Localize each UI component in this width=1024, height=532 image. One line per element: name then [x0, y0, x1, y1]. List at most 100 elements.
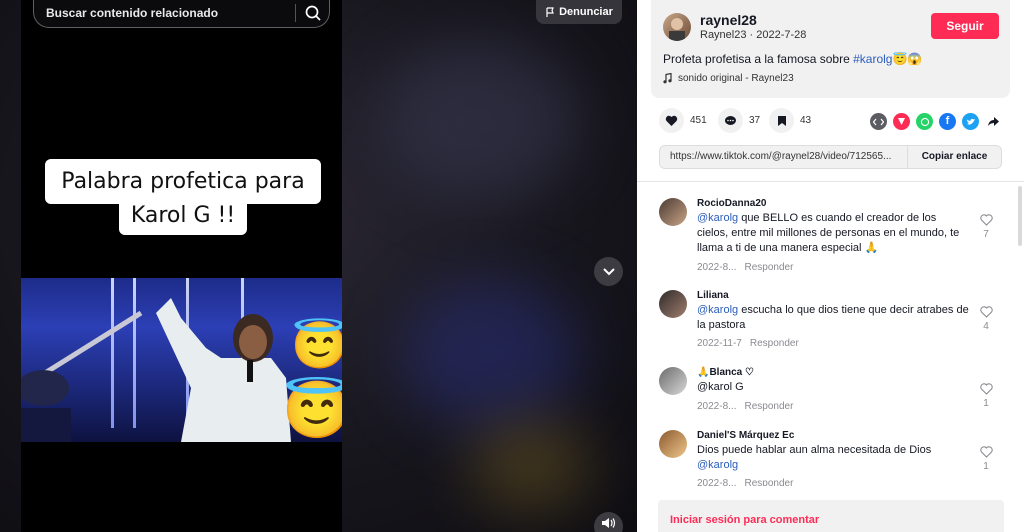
author-card: raynel28 Raynel23 · 2022-7-28 Seguir Pro…	[651, 0, 1010, 98]
save-action[interactable]: 43	[769, 108, 811, 133]
search-divider	[295, 4, 296, 22]
reply-button[interactable]: Responder	[744, 478, 793, 486]
side-panel: raynel28 Raynel23 · 2022-7-28 Seguir Pro…	[637, 0, 1024, 532]
comment-action[interactable]: 37	[718, 108, 760, 133]
comment-body: @karol G	[697, 381, 744, 393]
comment-date: 2022-8...	[697, 262, 737, 273]
heart-icon	[665, 115, 678, 126]
chevron-down-icon	[602, 267, 615, 275]
comment-text: @karolg que BELLO es cuando el creador d…	[697, 211, 969, 256]
comment-username[interactable]: RocioDanna20	[697, 198, 766, 209]
flag-icon	[546, 6, 554, 17]
comment-like[interactable]: 1	[978, 383, 994, 409]
report-button[interactable]: Denunciar	[536, 0, 622, 24]
twitter-icon[interactable]	[962, 113, 979, 130]
whatsapp-icon[interactable]	[916, 113, 933, 130]
comment-meta: 2022-8... Responder	[697, 478, 793, 486]
background-blur	[380, 40, 580, 200]
comment-text: Dios puede hablar aun alma necesitada de…	[697, 443, 969, 473]
heart-outline-icon	[979, 446, 993, 458]
reply-button[interactable]: Responder	[744, 262, 793, 273]
comment-date: 2022-8...	[697, 401, 737, 412]
comment-meta: 2022-8... Responder	[697, 262, 793, 273]
actions-row: 451 37 43 f	[651, 108, 1010, 134]
music-note-icon	[663, 73, 672, 84]
comment-item: 🙏Blanca ♡ @karol G 2022-8... Responder 1	[659, 367, 999, 415]
comment-body: escucha lo que dios tiene que decir atra…	[697, 304, 969, 331]
background-blur	[470, 420, 590, 510]
login-to-comment-link[interactable]: Iniciar sesión para comentar	[670, 514, 819, 526]
like-count: 451	[690, 115, 707, 126]
author-username[interactable]: raynel28	[700, 12, 757, 28]
video-link-box: https://www.tiktok.com/@raynel28/video/7…	[659, 145, 1002, 169]
comment-body: Dios puede hablar aun alma necesitada de…	[697, 444, 932, 456]
report-label: Denunciar	[559, 6, 613, 18]
sound-row[interactable]: sonido original - Raynel23	[663, 73, 794, 84]
heart-outline-icon	[979, 306, 993, 318]
video-description: Profeta profetisa a la famosa sobre #kar…	[663, 52, 922, 66]
heart-outline-icon	[979, 383, 993, 395]
comment-date: 2022-11-7	[697, 338, 742, 349]
search-icon[interactable]	[302, 3, 324, 23]
search-input[interactable]	[46, 4, 286, 22]
video-still-stage: 😇 😇	[21, 278, 342, 442]
hashtag-link[interactable]: #karolg	[853, 52, 892, 66]
author-meta: Raynel23 · 2022-7-28	[700, 29, 807, 41]
comment-username[interactable]: 🙏Blanca ♡	[697, 367, 754, 378]
avatar[interactable]	[659, 430, 687, 458]
mention-link[interactable]: @karolg	[697, 459, 738, 471]
description-emoji: 😇😱	[892, 52, 923, 66]
comment-like-count: 1	[983, 461, 989, 472]
comment-item: Liliana @karolg escucha lo que dios tien…	[659, 290, 999, 354]
tiktok-share-icon[interactable]	[893, 113, 910, 130]
comment-list[interactable]: RocioDanna20 @karolg que BELLO es cuando…	[637, 182, 1024, 486]
halo-emoji-2: 😇	[282, 378, 342, 441]
description-text: Profeta profetisa a la famosa sobre	[663, 52, 854, 66]
embed-icon[interactable]	[870, 113, 887, 130]
comment-item: RocioDanna20 @karolg que BELLO es cuando…	[659, 198, 999, 278]
background-blur	[400, 280, 580, 430]
facebook-icon[interactable]: f	[939, 113, 956, 130]
comment-count: 37	[749, 115, 761, 126]
volume-button[interactable]	[594, 512, 623, 532]
comment-login-box: Iniciar sesión para comentar	[658, 500, 1004, 532]
comment-meta: 2022-11-7 Responder	[697, 338, 799, 349]
mention-link[interactable]: @karolg	[697, 304, 738, 316]
heart-outline-icon	[979, 214, 993, 226]
mention-link[interactable]: @karolg	[697, 212, 738, 224]
copy-link-button[interactable]: Copiar enlace	[907, 146, 1001, 168]
video-player[interactable]: Palabra profetica para Karol G !! 😇 😇	[21, 0, 342, 532]
follow-button[interactable]: Seguir	[931, 13, 999, 39]
comment-meta: 2022-8... Responder	[697, 401, 793, 412]
avatar[interactable]	[659, 367, 687, 395]
avatar[interactable]	[663, 13, 691, 41]
caption-line-2: Karol G !!	[119, 197, 247, 235]
like-action[interactable]: 451	[659, 108, 707, 133]
comment-username[interactable]: Liliana	[697, 290, 729, 301]
share-arrow-icon[interactable]	[985, 113, 1002, 130]
comment-like-count: 7	[983, 229, 989, 240]
avatar[interactable]	[659, 290, 687, 318]
video-area: Palabra profetica para Karol G !! 😇 😇 Bu…	[0, 0, 637, 532]
volume-icon	[601, 517, 615, 528]
comment-text: @karolg escucha lo que dios tiene que de…	[697, 303, 969, 333]
comment-date: 2022-8...	[697, 478, 737, 486]
comment-like[interactable]: 4	[978, 306, 994, 332]
video-url[interactable]: https://www.tiktok.com/@raynel28/video/7…	[670, 151, 910, 162]
video-caption: Palabra profetica para Karol G !!	[45, 159, 321, 235]
avatar[interactable]	[659, 198, 687, 226]
search-bar[interactable]	[33, 0, 330, 28]
comment-like[interactable]: 1	[978, 446, 994, 472]
reply-button[interactable]: Responder	[744, 401, 793, 412]
comment-text: @karol G	[697, 380, 969, 395]
bookmark-icon	[777, 115, 786, 126]
comment-like[interactable]: 7	[978, 214, 994, 240]
next-video-button[interactable]	[594, 257, 623, 286]
halo-emoji-1: 😇	[291, 319, 342, 371]
reply-button[interactable]: Responder	[750, 338, 799, 349]
scrollbar[interactable]	[1018, 186, 1022, 246]
comment-icon	[725, 115, 736, 125]
comment-item: Daniel'S Márquez Ec Dios puede hablar au…	[659, 430, 999, 486]
sound-label: sonido original - Raynel23	[678, 73, 794, 84]
comment-username[interactable]: Daniel'S Márquez Ec	[697, 430, 794, 441]
